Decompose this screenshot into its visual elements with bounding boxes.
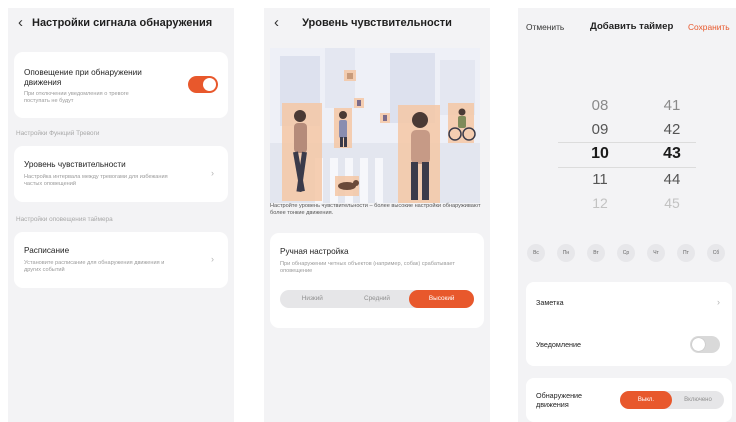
picker-divider [558,142,696,143]
section-label-timer: Настройки оповещения таймера [16,216,113,223]
hour-option[interactable]: 12 [580,195,620,211]
motion-alert-toggle[interactable] [188,76,218,93]
motion-alert-desc: При отключении уведомления о тревоге пос… [24,91,129,104]
manual-setting-card: Ручная настройка При обнаружении четных … [270,233,484,328]
motion-off-option[interactable]: Выкл. [620,391,672,409]
hour-option[interactable]: 11 [580,171,620,188]
header: ‹ Уровень чувствительности [264,8,490,38]
header: ‹ Настройки сигнала обнаружения [8,8,234,38]
detection-settings-screen: ‹ Настройки сигнала обнаружения Оповещен… [8,8,234,422]
weekday-selector: Вс Пн Вт Ср Чт Пт Сб [524,244,736,262]
toggle-knob [203,78,216,91]
page-title: Настройки сигнала обнаружения [32,17,213,29]
manual-desc: При обнаружении четных объектов (наприме… [280,261,455,274]
sensitivity-high-option[interactable]: Высокий [409,290,475,308]
note-row[interactable]: Заметка › [526,282,732,324]
chevron-right-icon: › [211,254,214,264]
page-title: Добавить таймер [590,21,674,32]
minute-option[interactable]: 41 [652,97,692,114]
add-timer-screen: Отменить Добавить таймер Сохранить 08 09… [518,8,736,422]
day-friday[interactable]: Пт [677,244,695,262]
minute-option[interactable]: 42 [652,121,692,138]
page-title: Уровень чувствительности [302,17,452,29]
cancel-button[interactable]: Отменить [526,22,564,32]
sensitivity-desc: Настройка интервала между тревогами для … [24,174,168,187]
hour-selected[interactable]: 10 [580,145,620,163]
chevron-right-icon: › [717,297,720,307]
detection-illustration [270,48,480,203]
motion-on-option[interactable]: Включено [672,391,724,409]
motion-alert-title: Оповещение при обнаружении движения [24,68,142,87]
day-tuesday[interactable]: Вт [587,244,605,262]
schedule-card[interactable]: Расписание Установите расписание для обн… [14,232,228,288]
sensitivity-caption: Настройте уровень чувствительности – бол… [270,203,481,216]
schedule-desc: Установите расписание для обнаружения дв… [24,260,165,273]
day-wednesday[interactable]: Ср [617,244,635,262]
sensitivity-screen: ‹ Уровень чувствительности Настройте уро… [264,8,490,422]
sensitivity-segmented-control: Низкий Средний Высокий [280,290,475,308]
sensitivity-medium-option[interactable]: Средний [345,290,410,308]
notify-row: Уведомление [526,324,732,366]
sensitivity-card[interactable]: Уровень чувствительности Настройка интер… [14,146,228,202]
timer-options-card: Заметка › Уведомление [526,282,732,366]
time-picker[interactable]: 08 09 10 11 12 41 42 43 44 45 [518,83,736,213]
sensitivity-title: Уровень чувствительности [24,160,126,169]
save-button[interactable]: Сохранить [688,22,730,32]
hour-option[interactable]: 09 [580,121,620,138]
day-thursday[interactable]: Чт [647,244,665,262]
hour-option[interactable]: 08 [580,97,620,114]
section-label-alarm: Настройки Функций Тревоги [16,130,100,137]
motion-detection-label: Обнаружение движения [536,391,583,409]
manual-title: Ручная настройка [280,247,349,256]
minute-selected[interactable]: 43 [652,145,692,163]
motion-segmented-control: Выкл. Включено [620,391,724,409]
notify-toggle[interactable] [690,336,720,353]
minute-option[interactable]: 45 [652,195,692,211]
day-monday[interactable]: Пн [557,244,575,262]
motion-alert-card: Оповещение при обнаружении движения При … [14,52,228,118]
picker-divider [558,167,696,168]
toggle-knob [692,338,705,351]
back-chevron-icon[interactable]: ‹ [18,14,23,32]
sensitivity-low-option[interactable]: Низкий [280,290,345,308]
day-sunday[interactable]: Вс [527,244,545,262]
notify-label: Уведомление [536,340,582,349]
chevron-right-icon: › [211,168,214,178]
schedule-title: Расписание [24,246,70,255]
note-label: Заметка [536,298,564,307]
day-saturday[interactable]: Сб [707,244,725,262]
minute-option[interactable]: 44 [652,171,692,188]
motion-detection-card: Обнаружение движения Выкл. Включено [526,378,732,422]
